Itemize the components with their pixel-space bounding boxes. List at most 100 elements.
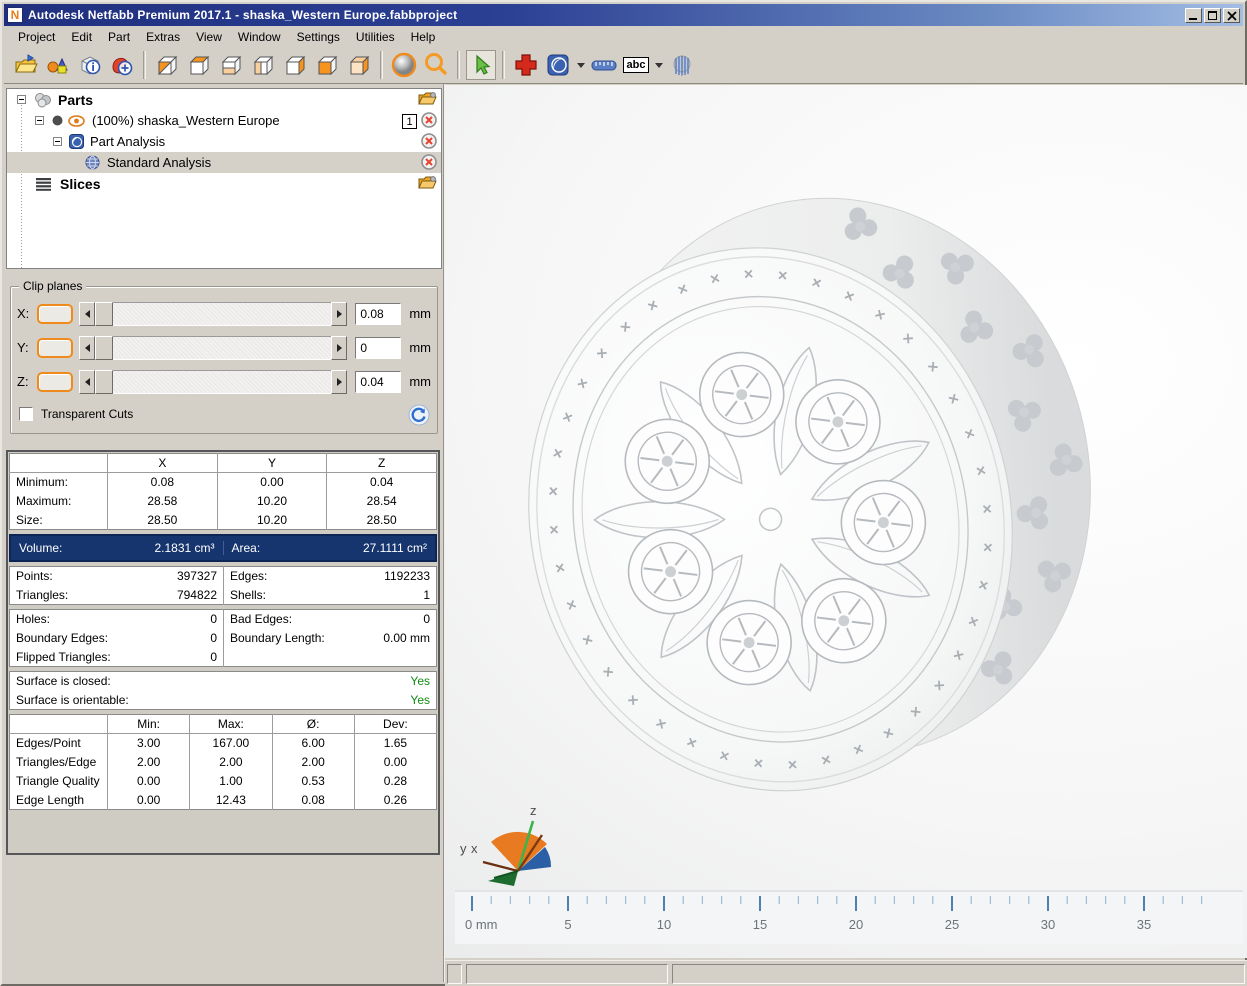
clip-x-slider-thumb[interactable] [95,301,113,326]
stat-label: Flipped Triangles: [16,649,111,664]
viewport-3d[interactable]: z y x 0 mm 5 10 15 20 25 30 35 [445,85,1247,958]
open-folder-icon[interactable] [418,91,437,109]
clip-y-value-input[interactable] [355,336,402,359]
stat-value: 10.20 [216,510,327,530]
view-cube-icon [349,55,370,76]
view-cube-back-button[interactable] [312,50,342,80]
clip-y-slider-track[interactable] [113,335,332,360]
maximize-icon [1208,10,1217,20]
view-cube-front-left-button[interactable] [152,50,182,80]
view-cube-top-button[interactable] [184,50,214,80]
ruler-label: 35 [1136,917,1152,932]
clip-z-slider-right-button[interactable] [331,369,348,394]
view-cube-left-button[interactable] [248,50,278,80]
clip-z-slider-left-button[interactable] [79,369,95,394]
maximize-button[interactable] [1204,7,1221,23]
menu-window[interactable]: Window [230,28,289,46]
view-cube-iso-button[interactable] [344,50,374,80]
shaded-view-button[interactable] [389,50,419,80]
add-parts-button[interactable] [43,50,73,80]
tree-label-standard-analysis[interactable]: Standard Analysis [107,155,211,170]
zoom-button[interactable] [421,50,451,80]
refresh-button[interactable] [407,403,431,430]
clip-z-toggle[interactable] [37,371,73,392]
annotate-dropdown-arrow-icon[interactable] [655,62,663,68]
open-folder-icon [15,54,38,73]
repair-button[interactable] [511,50,541,80]
collapse-icon[interactable] [53,137,62,146]
tree-item-part[interactable]: (100%) shaska_Western Europe 1 [7,110,441,131]
menu-part[interactable]: Part [100,28,138,46]
stat-label: Bad Edges: [223,609,356,629]
stat-value: 0.00 [353,752,437,772]
right-arrow-icon [336,377,342,386]
add-repaired-part-button[interactable] [107,50,137,80]
clip-y-slider-left-button[interactable] [79,335,95,360]
open-project-button[interactable] [11,50,41,80]
collapse-icon[interactable] [17,95,26,104]
measure-button[interactable] [589,50,619,80]
right-arrow-icon [336,343,342,352]
axis-z-label: z [530,803,537,818]
clip-y-slider-right-button[interactable] [331,335,348,360]
tree-label-part[interactable]: (100%) shaska_Western Europe [92,113,280,128]
clip-plane-z-row: Z: mm [17,369,431,394]
remove-icon[interactable] [421,154,437,173]
menu-project[interactable]: Project [10,28,63,46]
status-cell-main [672,963,1245,984]
part-model-3d[interactable] [497,185,1157,865]
slice-view-button[interactable] [667,50,697,80]
collapse-icon[interactable] [35,116,44,125]
clip-x-toggle[interactable] [37,303,73,324]
clip-x-slider-track[interactable] [113,301,332,326]
menu-settings[interactable]: Settings [289,28,348,46]
volume-value: 2.1831 cm³ [154,541,215,555]
slices-icon [35,177,52,191]
dimensions-table: X Y Z Minimum: 0.08 0.00 0.04 Maximum: 2… [9,453,437,530]
tree-item-parts[interactable]: Parts [7,89,441,110]
analysis-dropdown-arrow-icon[interactable] [577,62,585,68]
stat-value: 0.00 mm [383,631,430,645]
stat-value: 0.28 [353,771,437,791]
stat-value: 0.53 [271,771,355,791]
clip-y-toggle[interactable] [37,337,73,358]
minimize-button[interactable] [1185,7,1202,23]
tree-item-slices[interactable]: Slices [7,173,441,194]
tree-label-slices[interactable]: Slices [60,176,100,192]
part-info-button[interactable] [75,50,105,80]
tree-item-part-analysis[interactable]: Part Analysis [7,131,441,152]
parts-tree: Parts (100%) shaska_Western Europe 1 Par… [6,88,442,269]
stat-value: 0.00 [106,790,190,810]
menu-view[interactable]: View [188,28,230,46]
clip-x-slider-left-button[interactable] [79,301,95,326]
clip-z-value-input[interactable] [355,370,402,393]
close-button[interactable] [1223,7,1240,23]
analysis-button[interactable] [543,50,573,80]
menu-help[interactable]: Help [403,28,444,46]
remove-icon[interactable] [421,133,437,152]
transparent-cuts-checkbox[interactable] [19,407,33,421]
view-cube-right-button[interactable] [280,50,310,80]
title-bar[interactable]: N Autodesk Netfabb Premium 2017.1 - shas… [4,4,1243,26]
tree-label-parts[interactable]: Parts [58,92,93,108]
select-cursor-button[interactable] [466,50,496,80]
tree-item-standard-analysis[interactable]: Standard Analysis [7,152,441,173]
toolbar: abc [4,47,1243,84]
clip-y-slider-thumb[interactable] [95,335,113,360]
clip-z-slider-thumb[interactable] [95,369,113,394]
stat-value: 10.20 [216,491,327,511]
menu-extras[interactable]: Extras [138,28,188,46]
menu-edit[interactable]: Edit [63,28,100,46]
left-panel: Parts (100%) shaska_Western Europe 1 Par… [4,84,444,982]
tree-label-part-analysis[interactable]: Part Analysis [90,134,165,149]
visibility-eye-icon[interactable] [68,114,85,127]
clip-z-slider-track[interactable] [113,369,332,394]
remove-icon[interactable] [421,112,437,131]
clip-x-value-input[interactable] [355,302,402,325]
menu-utilities[interactable]: Utilities [348,28,403,46]
stat-value: 0.08 [271,790,355,810]
view-cube-bottom-button[interactable] [216,50,246,80]
clip-x-slider-right-button[interactable] [331,301,348,326]
annotate-button[interactable]: abc [621,50,651,80]
open-folder-icon[interactable] [418,175,437,193]
